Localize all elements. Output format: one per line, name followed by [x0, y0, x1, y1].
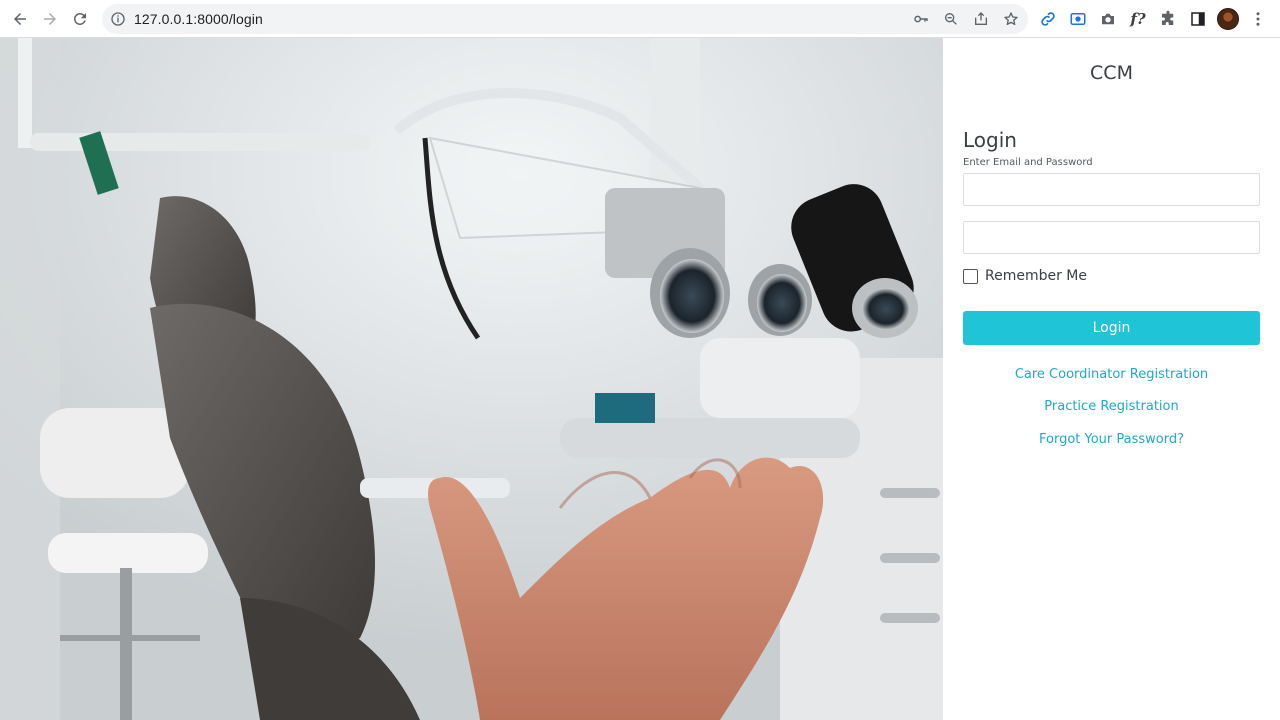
remember-me-row[interactable]: Remember Me	[963, 268, 1087, 284]
puzzle-icon	[1162, 10, 1174, 25]
key-icon	[914, 15, 928, 23]
care-coordinator-registration-link[interactable]: Care Coordinator Registration	[943, 367, 1280, 382]
side-panel-button[interactable]	[1186, 7, 1210, 31]
menu-button[interactable]	[1246, 7, 1270, 31]
login-panel: CCM Login Enter Email and Password Remem…	[943, 38, 1280, 720]
login-subtitle: Enter Email and Password	[963, 157, 1093, 168]
forgot-password-link[interactable]: Forgot Your Password?	[943, 432, 1280, 447]
info-icon[interactable]	[110, 11, 126, 27]
forward-button[interactable]	[35, 4, 65, 34]
kebab-menu-icon	[1256, 12, 1260, 26]
link-extension-button[interactable]	[1036, 7, 1060, 31]
address-bar[interactable]: 127.0.0.1:8000/login	[102, 4, 1028, 34]
profile-button[interactable]	[1216, 7, 1240, 31]
dental-clinic-illustration	[0, 38, 943, 720]
star-icon	[1004, 12, 1018, 26]
reload-icon	[73, 12, 86, 25]
email-field[interactable]	[963, 173, 1260, 206]
password-key-button[interactable]	[910, 8, 932, 30]
camera-icon	[1102, 13, 1114, 25]
side-panel-icon	[1191, 12, 1205, 26]
arrow-right-icon	[44, 13, 56, 25]
password-field[interactable]	[963, 221, 1260, 254]
zoom-button[interactable]	[940, 8, 962, 30]
link-icon	[1041, 12, 1055, 26]
camera-extension-button[interactable]	[1096, 7, 1120, 31]
extensions-bar: f?	[1036, 4, 1270, 34]
zoom-icon	[945, 12, 957, 25]
login-button[interactable]: Login	[963, 311, 1260, 345]
bookmark-button[interactable]	[1000, 8, 1022, 30]
hero-image	[0, 38, 943, 720]
record-extension-button[interactable]	[1066, 7, 1090, 31]
record-icon	[1070, 13, 1086, 25]
formula-icon: f?	[1130, 10, 1146, 28]
back-button[interactable]	[5, 4, 35, 34]
avatar	[1217, 8, 1239, 30]
url-text: 127.0.0.1:8000/login	[134, 11, 263, 27]
share-button[interactable]	[970, 8, 992, 30]
reload-button[interactable]	[65, 4, 95, 34]
remember-me-label[interactable]: Remember Me	[985, 268, 1087, 284]
remember-me-checkbox[interactable]	[963, 268, 978, 284]
formula-extension-button[interactable]: f?	[1126, 7, 1150, 31]
practice-registration-link[interactable]: Practice Registration	[943, 399, 1280, 414]
login-heading: Login	[963, 128, 1017, 152]
arrow-left-icon	[14, 13, 26, 25]
brand-title: CCM	[1090, 62, 1133, 84]
share-icon	[975, 12, 987, 25]
browser-toolbar: 127.0.0.1:8000/login f?	[0, 0, 1280, 38]
extensions-button[interactable]	[1156, 7, 1180, 31]
